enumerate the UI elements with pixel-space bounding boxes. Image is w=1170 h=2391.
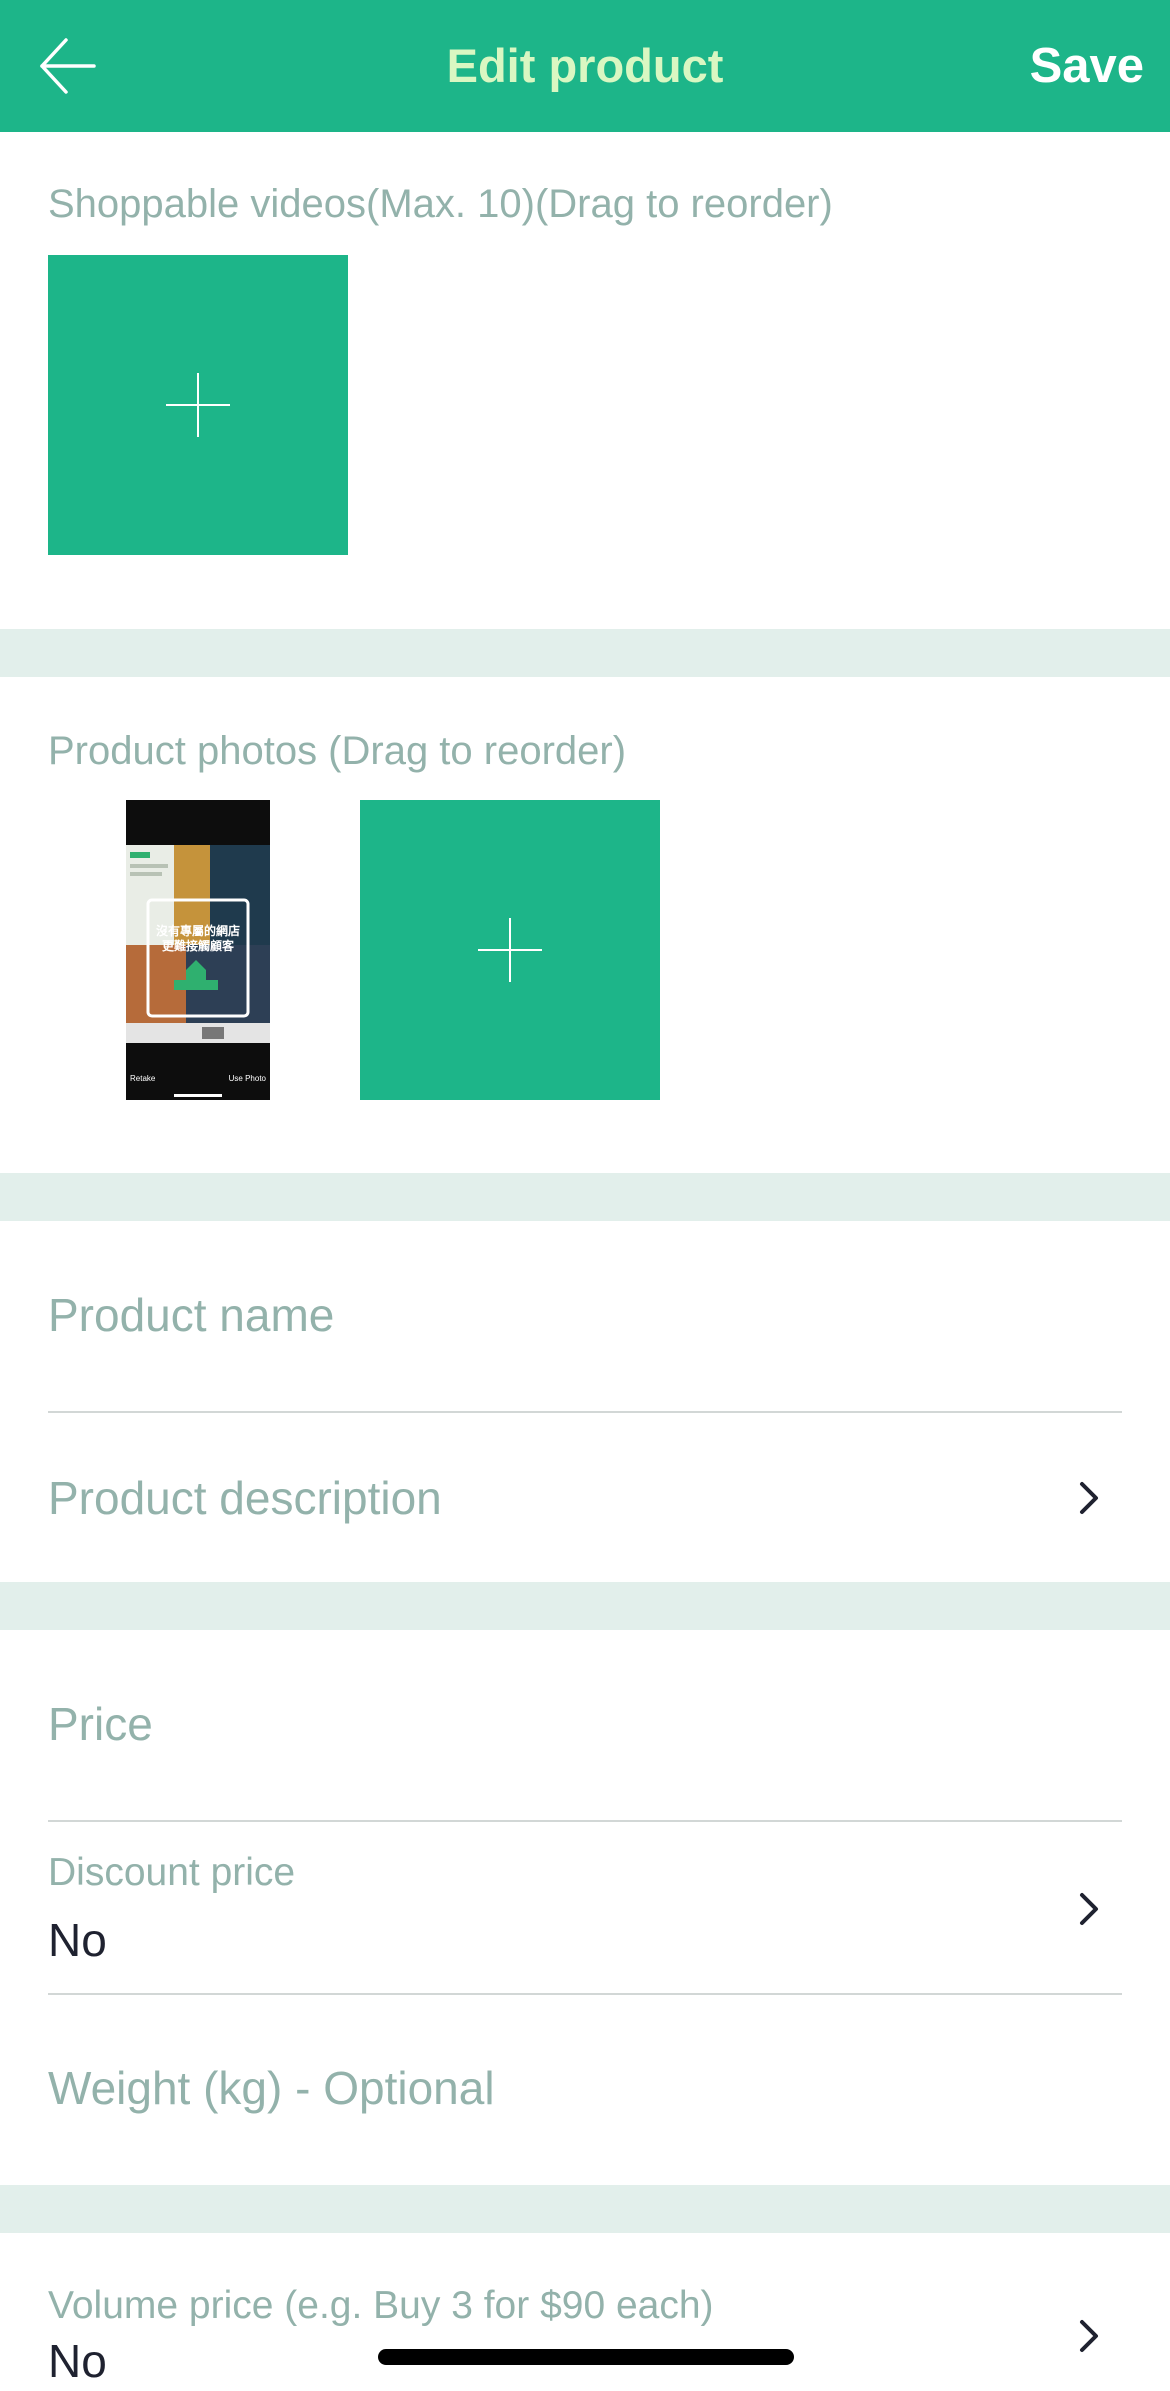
- chevron-right-icon[interactable]: [1072, 2314, 1108, 2358]
- page-title: Edit product: [446, 39, 724, 92]
- divider: [48, 1820, 1122, 1822]
- section-separator: [0, 1582, 1170, 1630]
- discount-price-label: Discount price: [48, 1851, 296, 1894]
- photo-image: 沒有專屬的網店 更難接觸顧客 Retake Use Photo: [126, 800, 270, 1100]
- top-bar: Edit product Save: [0, 0, 1170, 132]
- product-photo-thumbnail[interactable]: 沒有專屬的網店 更難接觸顧客 Retake Use Photo: [126, 800, 270, 1100]
- save-button[interactable]: Save: [1030, 38, 1144, 94]
- add-photo-button[interactable]: [360, 800, 660, 1100]
- thumb-caption-line1: 沒有專屬的網店: [156, 923, 240, 938]
- price-input[interactable]: Price: [48, 1696, 153, 1752]
- chevron-right-icon[interactable]: [1072, 1887, 1108, 1931]
- plus-icon: [166, 373, 230, 437]
- product-name-input[interactable]: Product name: [48, 1287, 334, 1343]
- plus-icon: [478, 918, 542, 982]
- discount-price-value[interactable]: No: [48, 1912, 107, 1968]
- edit-product-screen: Edit product Save Shoppable videos(Max. …: [0, 0, 1170, 2391]
- section-separator: [0, 2185, 1170, 2233]
- volume-price-value[interactable]: No: [48, 2333, 107, 2389]
- thumb-retake-label: Retake: [130, 1074, 156, 1083]
- weight-input[interactable]: Weight (kg) - Optional: [48, 2060, 495, 2116]
- volume-price-label: Volume price (e.g. Buy 3 for $90 each): [48, 2284, 714, 2327]
- thumb-caption-line2: 更難接觸顧客: [162, 938, 235, 953]
- thumb-use-photo-label: Use Photo: [229, 1074, 267, 1083]
- add-video-button[interactable]: [48, 255, 348, 555]
- section-separator: [0, 629, 1170, 677]
- chevron-right-icon[interactable]: [1072, 1476, 1108, 1520]
- home-indicator: [378, 2349, 794, 2365]
- section-separator: [0, 1173, 1170, 1221]
- product-description-row[interactable]: Product description: [48, 1470, 442, 1526]
- divider: [48, 1993, 1122, 1995]
- videos-section-label: Shoppable videos(Max. 10)(Drag to reorde…: [48, 182, 833, 226]
- divider: [48, 1411, 1122, 1413]
- photos-section-label: Product photos (Drag to reorder): [48, 729, 627, 773]
